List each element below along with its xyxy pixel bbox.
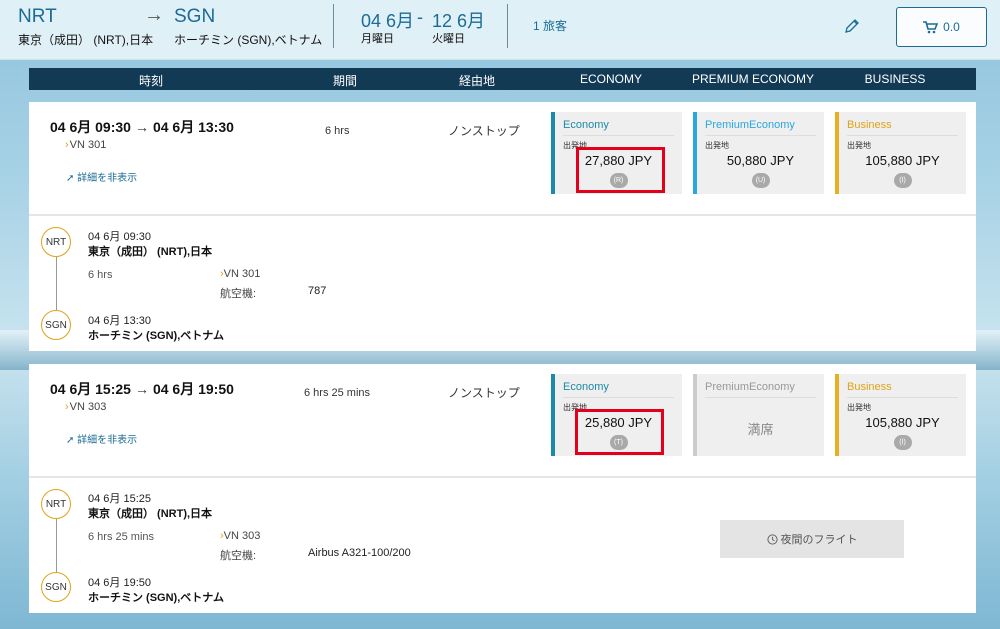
detail-arrival-time: 04 6月 13:30 [88, 315, 151, 327]
booking-class-badge: (U) [751, 173, 770, 188]
fare-from-label: 出発地 [705, 141, 729, 150]
detail-duration: 6 hrs 25 mins [88, 531, 155, 543]
clock-icon [766, 533, 778, 545]
search-summary-header: NRT 東京（成田） (NRT),日本 → SGN ホーチミン (SGN),ベト… [0, 0, 1000, 60]
origin-node: NRT [41, 489, 71, 519]
flight-row: 04 6月 09:30 → 04 6月 13:30 ›VN 301 ➚ 詳細を非表示… [29, 102, 976, 214]
column-duration: 期間 [332, 74, 358, 88]
flight-number: ›VN 301 [65, 139, 107, 151]
detail-departure-time: 04 6月 15:25 [88, 493, 151, 505]
aircraft-type: Airbus A321-100/200 [308, 547, 411, 559]
flight-row: 04 6月 15:25 → 04 6月 19:50 ›VN 303 ➚ 詳細を非表示… [29, 364, 976, 476]
fare-premium-economy: PremiumEconomy 満席 [693, 374, 824, 456]
detail-origin-city: 東京（成田） (NRT),日本 [88, 246, 213, 258]
detail-duration: 6 hrs [88, 269, 113, 281]
night-flight-badge: 夜間のフライト [720, 520, 904, 558]
aircraft-type: 787 [308, 285, 327, 297]
flight-number: ›VN 303 [65, 401, 107, 413]
departure-time: 04 6月 15:25 [50, 381, 131, 397]
fare-premium-economy[interactable]: PremiumEconomy 出発地 50,880 JPY (U) [693, 112, 824, 194]
aircraft-label: 航空機: [220, 550, 257, 562]
departure-time: 04 6月 09:30 [50, 119, 131, 135]
pencil-icon[interactable] [843, 17, 861, 35]
hide-details-link[interactable]: ➚ 詳細を非表示 [66, 169, 137, 184]
detail-destination-city: ホーチミン (SGN),ベトナム [88, 592, 224, 604]
destination-node: SGN [41, 572, 71, 602]
flight-detail-panel: NRT SGN 04 6月 15:25 東京（成田） (NRT),日本 6 hr… [29, 478, 976, 613]
cart-button[interactable]: 0.0 [896, 7, 987, 47]
fare-price: 105,880 JPY [865, 415, 940, 430]
chevron-right-icon: › [65, 401, 69, 413]
detail-flight-number: ›VN 303 [220, 530, 261, 542]
fare-business[interactable]: Business 出発地 105,880 JPY (I) [835, 374, 966, 456]
hide-details-link[interactable]: ➚ 詳細を非表示 [66, 431, 137, 446]
flight-times: 04 6月 15:25 → 04 6月 19:50 [50, 379, 234, 399]
fare-name: Economy [563, 119, 609, 131]
arrival-time: 04 6月 19:50 [152, 381, 234, 397]
highlight-box [575, 409, 664, 455]
fare-price: 50,880 JPY [726, 153, 795, 168]
fare-business[interactable]: Business 出発地 105,880 JPY (I) [835, 112, 966, 194]
header-divider [507, 4, 508, 48]
fare-name: PremiumEconomy [705, 381, 795, 393]
highlight-box [576, 147, 665, 193]
origin-code: NRT [18, 6, 57, 27]
fare-name: Economy [563, 381, 609, 393]
chevron-right-icon: › [65, 139, 69, 151]
fare-from-label: 出発地 [847, 403, 871, 412]
stops-label: ノンストップ [448, 124, 520, 138]
fare-from-label: 出発地 [847, 141, 871, 150]
booking-class-badge: (I) [893, 435, 912, 450]
origin-node: NRT [41, 227, 71, 257]
destination-city: ホーチミン (SGN),ベトナム [174, 33, 323, 47]
fare-name: Business [847, 381, 892, 393]
flight-duration: 6 hrs 25 mins [304, 387, 371, 399]
column-business: BUSINESS [864, 72, 926, 86]
column-economy: ECONOMY [579, 72, 643, 86]
passenger-count: 1 旅客 [533, 19, 568, 33]
fare-name: PremiumEconomy [705, 119, 795, 131]
return-day: 火曜日 [432, 33, 465, 45]
fare-name: Business [847, 119, 892, 131]
flight-duration: 6 hrs [325, 125, 350, 137]
detail-origin-city: 東京（成田） (NRT),日本 [88, 508, 213, 520]
flight-detail-panel: NRT SGN 04 6月 09:30 東京（成田） (NRT),日本 6 hr… [29, 216, 976, 351]
depart-day: 月曜日 [361, 33, 394, 45]
route-arrow-icon: → [144, 4, 164, 26]
stops-label: ノンストップ [448, 386, 520, 400]
route-line [56, 519, 57, 574]
fare-price: 105,880 JPY [865, 153, 940, 168]
header-divider [333, 4, 334, 48]
arrow-icon: → [134, 381, 149, 397]
detail-arrival-time: 04 6月 19:50 [88, 577, 151, 589]
detail-destination-city: ホーチミン (SGN),ベトナム [88, 330, 224, 342]
aircraft-label: 航空機: [220, 288, 257, 300]
detail-flight-number: ›VN 301 [220, 268, 261, 280]
sold-out-label: 満席 [747, 422, 774, 437]
detail-departure-time: 04 6月 09:30 [88, 231, 151, 243]
booking-class-badge: (I) [893, 173, 912, 188]
cart-icon [923, 20, 939, 33]
results-column-header: 時刻 期間 経由地 ECONOMY PREMIUM ECONOMY BUSINE… [29, 68, 976, 90]
column-premium-economy: PREMIUM ECONOMY [691, 72, 815, 86]
origin-city: 東京（成田） (NRT),日本 [18, 33, 154, 47]
arrow-icon: → [134, 119, 149, 135]
date-dash: - [417, 7, 423, 27]
arrival-time: 04 6月 13:30 [152, 119, 234, 135]
route-line [56, 257, 57, 312]
destination-code: SGN [174, 6, 216, 27]
cart-total: 0.0 [943, 20, 960, 34]
column-time: 時刻 [138, 74, 164, 88]
flight-times: 04 6月 09:30 → 04 6月 13:30 [50, 117, 234, 137]
destination-node: SGN [41, 310, 71, 340]
column-stops: 経由地 [458, 74, 496, 88]
